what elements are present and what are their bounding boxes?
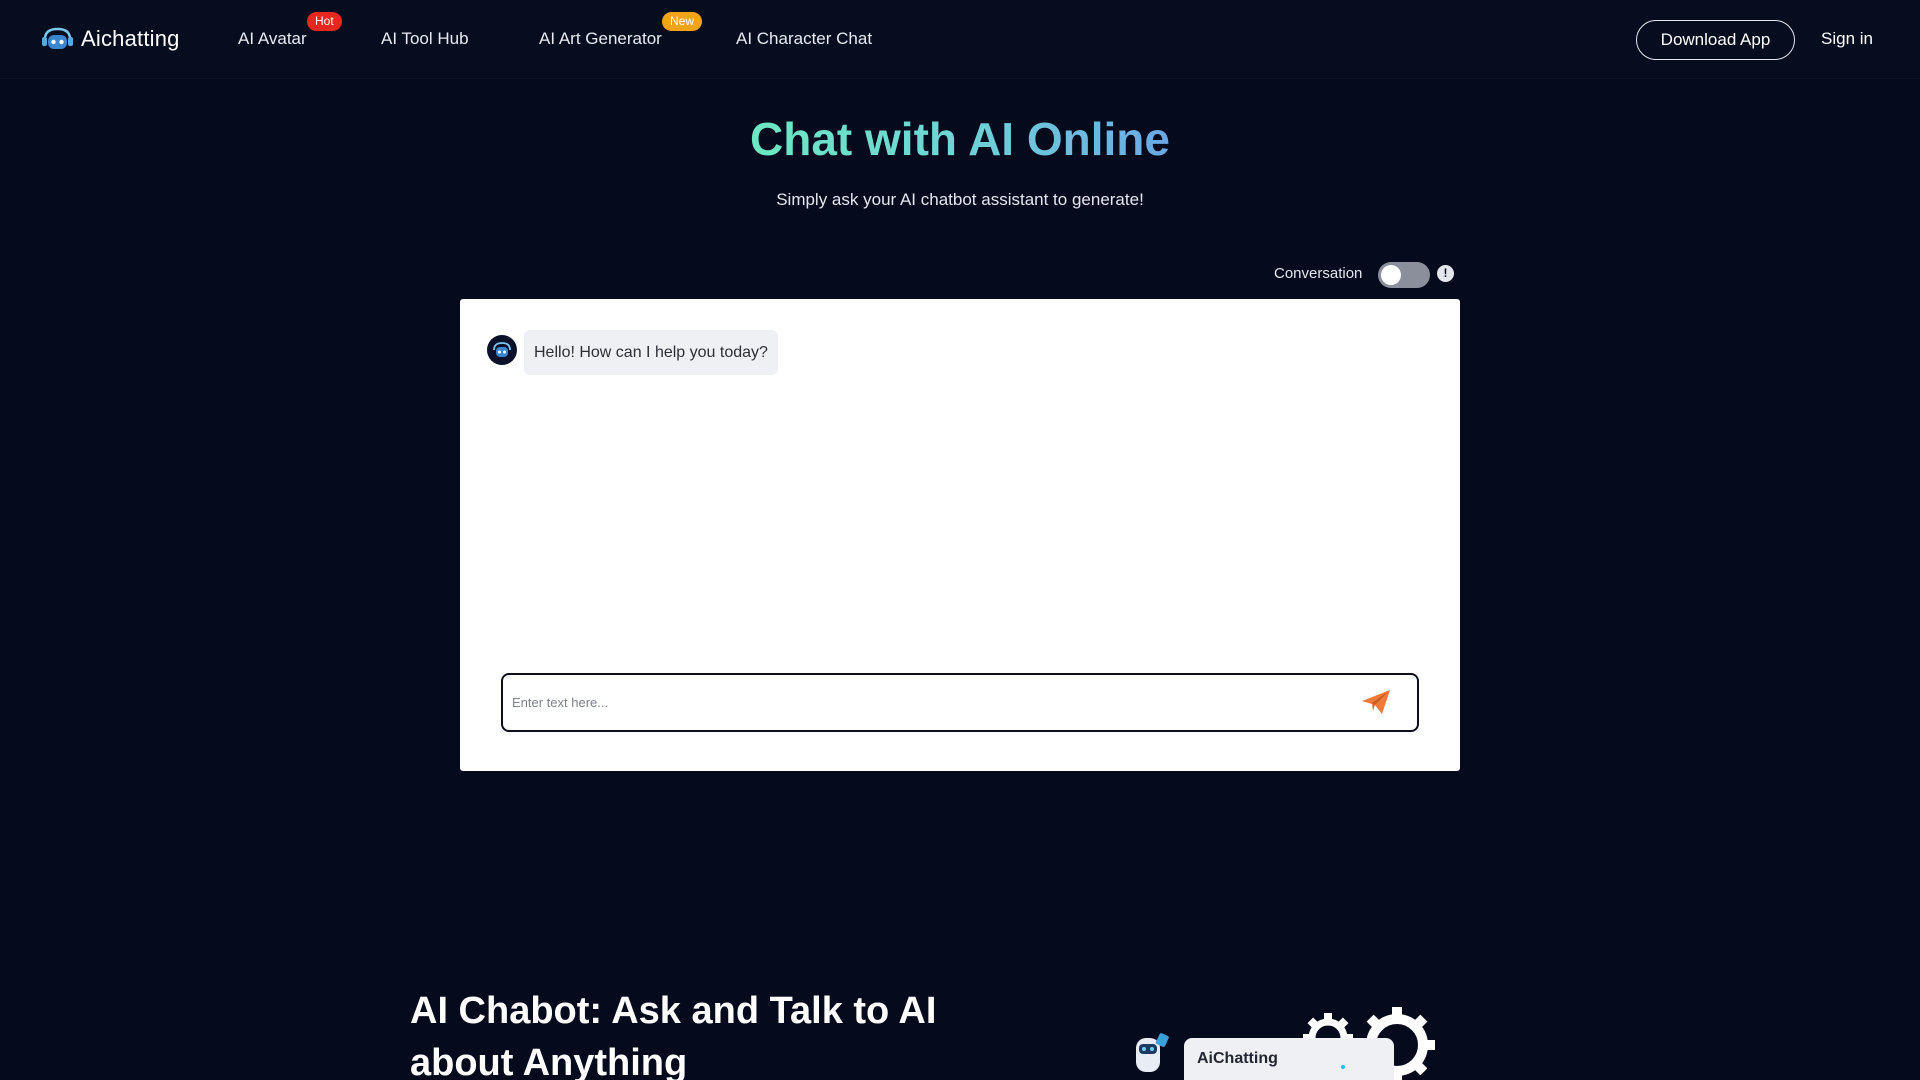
nav-ai-avatar[interactable]: AI Avatar	[238, 29, 307, 49]
new-badge: New	[662, 12, 703, 31]
hot-badge: Hot	[307, 12, 342, 31]
download-app-button[interactable]: Download App	[1636, 20, 1795, 60]
chat-panel: Hello! How can I help you today?	[460, 299, 1460, 771]
nav-ai-art-generator[interactable]: AI Art Generator	[539, 29, 662, 49]
logo[interactable]: Aichatting	[41, 25, 180, 53]
page-title: Chat with AI Online	[750, 113, 1170, 165]
illustration: AiChatting	[1124, 1000, 1464, 1080]
section-title: AI Chabot: Ask and Talk to AI about Anyt…	[410, 990, 937, 1080]
blue-dot-icon	[1341, 1065, 1345, 1069]
conversation-label: Conversation	[1274, 265, 1363, 282]
robot-avatar-icon	[493, 342, 511, 357]
conversation-toggle[interactable]	[1378, 262, 1430, 288]
paper-plane-icon[interactable]	[1361, 689, 1391, 715]
chat-input-box	[501, 673, 1419, 732]
robot-logo-icon	[42, 27, 73, 49]
logo-text: Aichatting	[81, 26, 180, 51]
bot-avatar	[487, 335, 517, 365]
page-subtitle: Simply ask your AI chatbot assistant to …	[776, 190, 1144, 209]
sign-in-link[interactable]: Sign in	[1821, 29, 1873, 49]
nav-ai-character-chat[interactable]: AI Character Chat	[736, 29, 872, 49]
illustration-card-title: AiChatting	[1197, 1050, 1278, 1067]
info-icon[interactable]: !	[1437, 265, 1454, 282]
chat-input[interactable]	[512, 675, 1352, 729]
top-navbar: Aichatting AI Avatar Hot AI Tool Hub AI …	[0, 0, 1920, 79]
bot-message-bubble: Hello! How can I help you today?	[524, 330, 778, 375]
toggle-knob	[1381, 265, 1401, 285]
nav-ai-tool-hub[interactable]: AI Tool Hub	[381, 29, 469, 49]
illustration-card: AiChatting	[1184, 1038, 1394, 1080]
